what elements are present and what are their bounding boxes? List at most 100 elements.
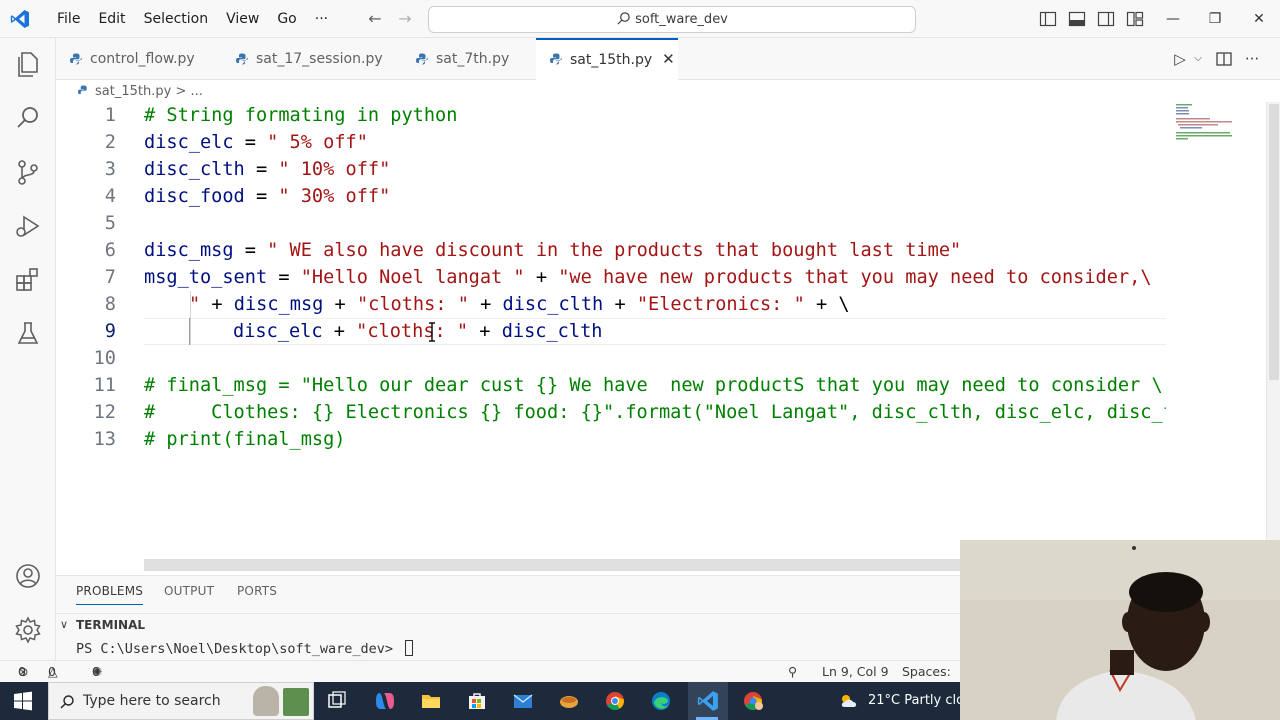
close-tab-icon[interactable]: ✕ bbox=[662, 50, 675, 68]
operator-token: = bbox=[233, 240, 268, 261]
python-file-icon bbox=[416, 53, 428, 65]
line-number: 12 bbox=[93, 402, 116, 423]
variable-token: disc_elc bbox=[233, 321, 323, 342]
run-python-file-icon[interactable]: ▷ bbox=[1170, 49, 1190, 69]
terminal-prompt-text: PS C:\Users\Noel\Desktop\soft_ware_dev> bbox=[76, 641, 402, 657]
menu-edit[interactable]: Edit bbox=[89, 11, 134, 27]
code-line-current: disc_elc + "cloths: " + disc_clth bbox=[233, 318, 602, 345]
close-window-icon[interactable]: ✕ bbox=[1236, 0, 1280, 38]
variable-token: disc_clth bbox=[144, 159, 245, 180]
minimize-icon[interactable]: — bbox=[1150, 0, 1196, 38]
breadcrumb-symbols[interactable]: ... bbox=[190, 84, 202, 99]
code-line: # print(final_msg) bbox=[144, 426, 346, 453]
vertical-scrollbar[interactable] bbox=[1266, 102, 1280, 562]
menu-selection[interactable]: Selection bbox=[135, 11, 218, 27]
code-line: # final_msg = "Hello our dear cust {} We… bbox=[144, 372, 1163, 399]
operator-token: = bbox=[233, 132, 268, 153]
variable-token: disc_food bbox=[144, 186, 245, 207]
string-token: "cloths: " bbox=[356, 321, 469, 342]
line-number: 10 bbox=[93, 348, 116, 369]
app-taskbar-icon[interactable] bbox=[558, 690, 580, 712]
code-editor[interactable]: 1 2 3 4 5 6 7 8 9 10 11 12 13 # String f… bbox=[56, 102, 1168, 562]
search-icon bbox=[617, 12, 630, 25]
line-number: 8 bbox=[104, 294, 116, 315]
search-text: soft_ware_dev bbox=[635, 12, 728, 27]
breadcrumb-file[interactable]: sat_15th.py bbox=[95, 84, 171, 99]
testing-flask-icon[interactable] bbox=[12, 318, 44, 350]
tab-output[interactable]: OUTPUT bbox=[164, 584, 214, 598]
more-actions-icon[interactable]: ··· bbox=[1242, 49, 1262, 69]
customize-layout-icon[interactable] bbox=[1126, 10, 1144, 28]
scrollbar-thumb[interactable] bbox=[1269, 104, 1279, 380]
menu-file[interactable]: File bbox=[48, 11, 89, 27]
horizontal-scrollbar[interactable] bbox=[144, 559, 960, 571]
comment-token: # final_msg = "Hello our dear cust {} We… bbox=[144, 375, 1163, 396]
string-token: "cloths: " bbox=[356, 294, 469, 315]
code-line: disc_clth = " 10% off" bbox=[144, 156, 390, 183]
string-token: "Hello Noel langat " bbox=[300, 267, 525, 288]
vscode-logo-icon bbox=[10, 10, 30, 28]
run-and-debug-icon[interactable] bbox=[12, 210, 44, 242]
terminal-prompt[interactable]: PS C:\Users\Noel\Desktop\soft_ware_dev> bbox=[76, 640, 414, 657]
toggle-panel-icon[interactable] bbox=[1068, 10, 1086, 28]
mail-icon[interactable] bbox=[512, 690, 534, 712]
tab-sat-17-session[interactable]: sat_17_session.py bbox=[222, 38, 400, 80]
mouse-text-cursor-icon bbox=[429, 322, 435, 342]
menu-view[interactable]: View bbox=[217, 11, 268, 27]
tab-ports[interactable]: PORTS bbox=[237, 584, 277, 598]
python-file-icon bbox=[78, 85, 87, 95]
search-sidebar-icon[interactable] bbox=[12, 102, 44, 134]
forward-arrow-icon[interactable]: → bbox=[395, 9, 415, 29]
cursor-position[interactable]: Ln 9, Col 9 bbox=[822, 661, 889, 682]
taskbar-search-box[interactable]: Type here to search bbox=[48, 682, 314, 720]
string-token: "we have new products that you may need … bbox=[558, 267, 1152, 288]
tab-sat-7th[interactable]: sat_7th.py bbox=[402, 38, 534, 80]
toggle-secondary-sidebar-icon[interactable] bbox=[1097, 10, 1115, 28]
webcam-overlay bbox=[960, 540, 1280, 720]
edge-icon[interactable] bbox=[650, 690, 672, 712]
terminal-cursor bbox=[405, 640, 414, 656]
zoom-icon[interactable]: ⚲ bbox=[788, 661, 797, 682]
run-dropdown-chevron-icon[interactable]: ⌵ bbox=[1188, 49, 1208, 69]
minimap[interactable] bbox=[1168, 102, 1264, 562]
chrome-icon[interactable] bbox=[604, 690, 626, 712]
menu-go[interactable]: Go bbox=[268, 11, 305, 27]
restore-icon[interactable]: ❐ bbox=[1192, 0, 1238, 38]
comment-token: # String formating in python bbox=[144, 105, 458, 126]
code-line: " + disc_msg + "cloths: " + disc_clth + … bbox=[189, 291, 850, 318]
line-number-current: 9 bbox=[104, 321, 116, 342]
chrome-profile-icon[interactable] bbox=[742, 690, 764, 712]
account-icon[interactable] bbox=[12, 560, 44, 592]
windows-start-icon[interactable] bbox=[12, 690, 34, 712]
variable-token: disc_clth bbox=[502, 294, 604, 315]
extensions-icon[interactable] bbox=[12, 264, 44, 296]
microsoft-store-icon[interactable] bbox=[466, 690, 488, 712]
tab-problems[interactable]: PROBLEMS bbox=[76, 584, 144, 605]
weather-cloud-icon bbox=[841, 695, 857, 707]
windows-taskbar: Type here to search 21°C Partly clou bbox=[0, 682, 972, 720]
python-file-icon bbox=[236, 53, 248, 65]
source-control-icon[interactable] bbox=[12, 156, 44, 188]
weather-text[interactable]: 21°C Partly clou bbox=[868, 693, 972, 708]
operator-token: = bbox=[244, 186, 279, 207]
tab-sat-15th[interactable]: sat_15th.py ✕ bbox=[536, 38, 678, 80]
command-center-search[interactable]: soft_ware_dev bbox=[428, 6, 916, 33]
back-arrow-icon[interactable]: ← bbox=[365, 9, 385, 29]
split-editor-icon[interactable] bbox=[1214, 49, 1234, 69]
task-view-icon[interactable] bbox=[326, 690, 348, 712]
minimap-preview bbox=[1176, 104, 1232, 140]
menu-more[interactable]: ··· bbox=[306, 11, 337, 27]
toggle-primary-sidebar-icon[interactable] bbox=[1039, 10, 1057, 28]
settings-gear-icon[interactable] bbox=[12, 614, 44, 646]
terminal-label: TERMINAL bbox=[76, 618, 146, 632]
line-number: 4 bbox=[104, 186, 116, 207]
tab-label: sat_7th.py bbox=[436, 51, 510, 67]
string-token: " 5% off" bbox=[267, 132, 368, 153]
copilot-icon[interactable] bbox=[374, 690, 396, 712]
bottom-panel: PROBLEMS OUTPUT PORTS ∨ TERMINAL PS C:\U… bbox=[56, 575, 960, 660]
tab-control-flow[interactable]: control_flow.py bbox=[56, 38, 220, 80]
terminal-section-header[interactable]: ∨ TERMINAL bbox=[56, 613, 960, 635]
file-explorer-icon[interactable] bbox=[420, 690, 442, 712]
explorer-icon[interactable] bbox=[12, 48, 44, 80]
vscode-taskbar-icon[interactable] bbox=[697, 690, 719, 712]
